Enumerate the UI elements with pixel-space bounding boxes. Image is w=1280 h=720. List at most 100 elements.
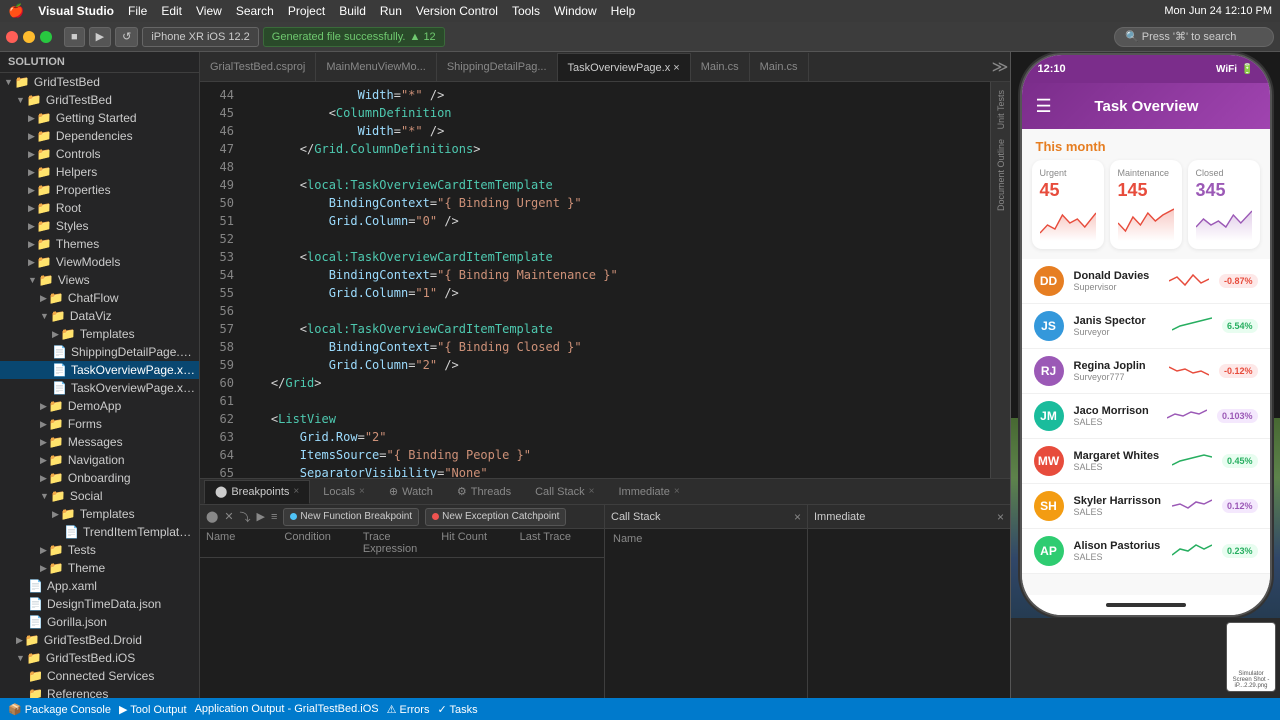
sidebar-item-references[interactable]: 📁 References (0, 685, 199, 698)
status-errors[interactable]: ⚠ Errors (387, 703, 430, 716)
tab-main1[interactable]: Main.cs (691, 53, 750, 81)
person-item[interactable]: JS Janis Spector Surveyor 6.54% (1022, 304, 1270, 349)
status-tasks[interactable]: ✓ Tasks (437, 703, 477, 716)
tab-threads[interactable]: ⚙ Threads (446, 480, 522, 504)
sidebar-item-dataviz-templates[interactable]: ▶ 📁 Templates (0, 325, 199, 343)
sidebar-item-onboarding[interactable]: ▶ 📁 Onboarding (0, 469, 199, 487)
tab-locals[interactable]: Locals × (312, 480, 376, 504)
sidebar-item-themes[interactable]: ▶ 📁 Themes (0, 235, 199, 253)
bp-record-icon[interactable]: ⬤ (206, 510, 218, 523)
sidebar-item-helpers[interactable]: ▶ 📁 Helpers (0, 163, 199, 181)
sidebar-item-taskoverview[interactable]: 📄 TaskOverviewPage.xaml (0, 361, 199, 379)
menu-build[interactable]: Build (339, 4, 366, 18)
close-button[interactable] (6, 31, 18, 43)
person-item[interactable]: JM Jaco Morrison SALES 0.103% (1022, 394, 1270, 439)
sidebar-item-chatflow[interactable]: ▶ 📁 ChatFlow (0, 289, 199, 307)
tab-mainmenu[interactable]: MainMenuViewMo... (316, 53, 436, 81)
status-app-output[interactable]: Application Output - GrialTestBed.iOS (195, 703, 379, 715)
person-item[interactable]: MW Margaret Whites SALES 0.45% (1022, 439, 1270, 484)
sidebar-item-dataviz[interactable]: ▼ 📁 DataViz (0, 307, 199, 325)
sidebar-item-connected[interactable]: 📁 Connected Services (0, 667, 199, 685)
person-item[interactable]: SH Skyler Harrisson SALES 0.12% (1022, 484, 1270, 529)
minimize-button[interactable] (23, 31, 35, 43)
sidebar-item-viewmodels[interactable]: ▶ 📁 ViewModels (0, 253, 199, 271)
sidebar-item-gridtestbed[interactable]: ▼ 📁 GridTestBed (0, 91, 199, 109)
sidebar-item-styles[interactable]: ▶ 📁 Styles (0, 217, 199, 235)
sidebar-item-droid[interactable]: ▶ 📁 GridTestBed.Droid (0, 631, 199, 649)
menu-edit[interactable]: Edit (161, 4, 182, 18)
menu-run[interactable]: Run (380, 4, 402, 18)
sidebar-item-trenditem[interactable]: 📄 TrendItemTemplate.xaml (0, 523, 199, 541)
sidebar-item-appxaml[interactable]: 📄 App.xaml (0, 577, 199, 595)
tab-overflow[interactable]: ≫ (990, 53, 1010, 81)
sidebar-item-social[interactable]: ▼ 📁 Social (0, 487, 199, 505)
close-icon[interactable]: × (997, 510, 1004, 524)
sidebar-item-theme[interactable]: ▶ 📁 Theme (0, 559, 199, 577)
bp-step-icon[interactable]: ⤵ (240, 509, 251, 525)
sidebar-item-ios[interactable]: ▼ 📁 GridTestBed.iOS (0, 649, 199, 667)
sidebar-item-navigation[interactable]: ▶ 📁 Navigation (0, 451, 199, 469)
sidebar-item-getting-started[interactable]: ▶ 📁 Getting Started (0, 109, 199, 127)
tab-breakpoints[interactable]: ⬤ Breakpoints × (204, 480, 310, 504)
close-icon[interactable]: × (589, 486, 595, 497)
tab-grial[interactable]: GrialTestBed.csproj (200, 53, 316, 81)
new-exception-catchpoint-btn[interactable]: New Exception Catchpoint (425, 508, 566, 526)
tab-taskoverview[interactable]: TaskOverviewPage.x × (558, 53, 691, 81)
person-item[interactable]: AP Alison Pastorius SALES 0.23% (1022, 529, 1270, 574)
menu-help[interactable]: Help (611, 4, 636, 18)
toolbar-stop-btn[interactable]: ■ (64, 27, 85, 47)
close-icon[interactable]: × (359, 486, 365, 497)
new-function-breakpoint-btn[interactable]: New Function Breakpoint (283, 508, 419, 526)
bp-continue-icon[interactable]: ▶ (257, 510, 265, 523)
menu-search[interactable]: Search (236, 4, 274, 18)
menu-version-control[interactable]: Version Control (416, 4, 498, 18)
sidebar-item-social-templates[interactable]: ▶ 📁 Templates (0, 505, 199, 523)
sidebar-item-root[interactable]: ▶ 📁 Root (0, 199, 199, 217)
person-item[interactable]: RJ Regina Joplin Surveyor777 -0.12% (1022, 349, 1270, 394)
unit-tests-tab[interactable]: Unit Tests (994, 86, 1008, 133)
sidebar-item-demoapp[interactable]: ▶ 📁 DemoApp (0, 397, 199, 415)
device-selector[interactable]: iPhone XR iOS 12.2 (142, 27, 258, 47)
close-icon[interactable]: × (293, 486, 299, 497)
sidebar-item-gorilla[interactable]: 📄 Gorilla.json (0, 613, 199, 631)
menu-file[interactable]: File (128, 4, 147, 18)
toolbar-reload-btn[interactable]: ↺ (115, 27, 138, 47)
sidebar-item-label: Messages (68, 435, 123, 449)
sidebar-item-tests[interactable]: ▶ 📁 Tests (0, 541, 199, 559)
tab-immediate[interactable]: Immediate × (607, 480, 690, 504)
status-package-console[interactable]: 📦 Package Console (8, 703, 111, 716)
hamburger-icon[interactable]: ☰ (1036, 96, 1052, 117)
close-icon[interactable]: × (794, 510, 801, 524)
maximize-button[interactable] (40, 31, 52, 43)
code-editor[interactable]: 4445464748 4950515253 5455565758 5960616… (200, 82, 990, 478)
menu-tools[interactable]: Tools (512, 4, 540, 18)
sidebar-item-messages[interactable]: ▶ 📁 Messages (0, 433, 199, 451)
sidebar-item-gridtestbed-root[interactable]: ▼ 📁 GridTestBed (0, 73, 199, 91)
tab-callstack[interactable]: Call Stack × (524, 480, 605, 504)
code-text[interactable]: Width="*" /> <ColumnDefinition Width="*"… (242, 82, 990, 478)
sidebar-item-properties[interactable]: ▶ 📁 Properties (0, 181, 199, 199)
tab-main2[interactable]: Main.cs (750, 53, 809, 81)
toolbar-play-btn[interactable]: ▶ (89, 27, 111, 47)
sidebar-item-controls[interactable]: ▶ 📁 Controls (0, 145, 199, 163)
sidebar-item-dependencies[interactable]: ▶ 📁 Dependencies (0, 127, 199, 145)
status-tool-output[interactable]: ▶ Tool Output (119, 703, 187, 716)
sidebar-item-views[interactable]: ▼ 📁 Views (0, 271, 199, 289)
tab-watch[interactable]: ⊕ Watch (378, 480, 444, 504)
document-outline-tab[interactable]: Document Outline (994, 135, 1008, 215)
person-item[interactable]: DD Donald Davies Supervisor -0.87% (1022, 259, 1270, 304)
sidebar-item-shippingdetailpage[interactable]: 📄 ShippingDetailPage.xaml (0, 343, 199, 361)
sidebar-item-taskoverview-cs[interactable]: 📄 TaskOverviewPage.xaml.cs (0, 379, 199, 397)
phone-content[interactable]: This month Urgent 45 (1022, 129, 1270, 595)
sidebar-item-designtimedata[interactable]: 📄 DesignTimeData.json (0, 595, 199, 613)
menu-project[interactable]: Project (288, 4, 325, 18)
tab-shipping[interactable]: ShippingDetailPag... (437, 53, 558, 81)
search-bar[interactable]: 🔍 Press '⌘' to search (1114, 27, 1274, 47)
menu-window[interactable]: Window (554, 4, 597, 18)
bp-stop-icon[interactable]: ✕ (224, 510, 233, 523)
close-icon[interactable]: × (674, 486, 680, 497)
menu-view[interactable]: View (196, 4, 222, 18)
bp-filter-icon[interactable]: ≡ (271, 511, 277, 523)
screenshot-thumbnail[interactable]: Simulator Screen Shot - iP...2.29.png (1226, 622, 1276, 692)
sidebar-item-forms[interactable]: ▶ 📁 Forms (0, 415, 199, 433)
